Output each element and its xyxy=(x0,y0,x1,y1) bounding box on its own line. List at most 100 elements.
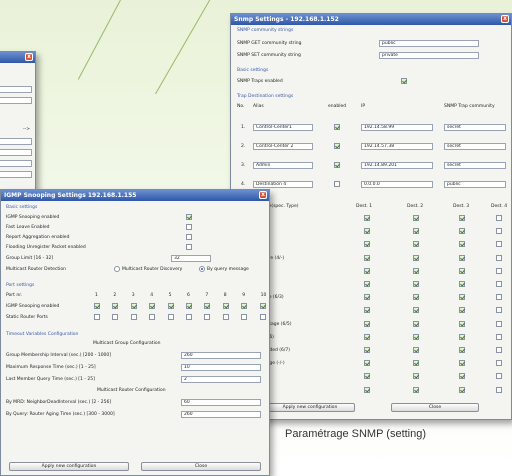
port-snooping-checkbox[interactable] xyxy=(204,303,211,309)
close-icon[interactable]: x xyxy=(501,15,509,23)
trap-dest-3-checkbox[interactable] xyxy=(459,373,465,380)
trap-dest-2-checkbox[interactable] xyxy=(413,333,419,340)
trap-dest-3-checkbox[interactable] xyxy=(459,386,465,393)
trap-dest-4-checkbox[interactable] xyxy=(496,320,502,327)
trap-dest-4-checkbox[interactable] xyxy=(496,386,502,393)
trap-dest-2-checkbox[interactable] xyxy=(413,228,419,235)
fastleave-checkbox[interactable] xyxy=(186,224,192,230)
destination-enabled-checkbox[interactable] xyxy=(334,124,340,130)
trap-dest-4-checkbox[interactable] xyxy=(496,294,502,301)
static-router-checkbox[interactable] xyxy=(112,314,119,320)
close-icon[interactable]: x xyxy=(25,53,33,61)
traps-enabled-checkbox[interactable] xyxy=(401,78,407,84)
trap-dest-2-checkbox[interactable] xyxy=(413,307,419,314)
trap-dest-1-checkbox[interactable] xyxy=(364,347,370,353)
static-router-checkbox[interactable] xyxy=(259,314,266,320)
trap-dest-4-checkbox[interactable] xyxy=(496,254,502,261)
trap-dest-2-checkbox[interactable] xyxy=(413,386,419,393)
static-router-checkbox[interactable] xyxy=(186,314,192,320)
port-snooping-checkbox[interactable] xyxy=(130,303,137,309)
trap-dest-1-checkbox[interactable] xyxy=(364,320,370,327)
destination-community-input[interactable]: secret xyxy=(444,143,506,150)
trap-dest-2-checkbox[interactable] xyxy=(413,215,419,221)
left-window-field[interactable] xyxy=(0,160,32,167)
destination-ip-input[interactable]: 192.14.58.99 xyxy=(361,124,433,131)
trap-dest-3-checkbox[interactable] xyxy=(459,294,465,301)
trap-dest-1-checkbox[interactable] xyxy=(364,281,370,287)
trap-dest-4-checkbox[interactable] xyxy=(496,360,502,367)
trap-dest-3-checkbox[interactable] xyxy=(459,320,465,327)
detection-option-query[interactable] xyxy=(199,266,205,272)
trap-dest-1-checkbox[interactable] xyxy=(364,267,370,274)
destination-alias-input[interactable]: Control-Center 2 xyxy=(253,143,313,150)
trap-dest-1-checkbox[interactable] xyxy=(364,333,370,340)
static-router-checkbox[interactable] xyxy=(167,314,174,320)
static-router-checkbox[interactable] xyxy=(149,314,156,320)
trap-dest-3-checkbox[interactable] xyxy=(459,215,465,221)
trap-dest-3-checkbox[interactable] xyxy=(459,281,465,287)
trap-dest-3-checkbox[interactable] xyxy=(459,254,465,261)
trap-dest-3-checkbox[interactable] xyxy=(459,307,465,314)
trap-dest-2-checkbox[interactable] xyxy=(413,281,419,287)
detection-option-discovery[interactable] xyxy=(114,266,120,272)
trap-dest-1-checkbox[interactable] xyxy=(364,254,370,261)
trap-dest-2-checkbox[interactable] xyxy=(413,360,419,367)
trap-dest-2-checkbox[interactable] xyxy=(413,294,419,301)
destination-community-input[interactable]: public xyxy=(444,181,506,188)
destination-enabled-checkbox[interactable] xyxy=(334,143,340,149)
port-snooping-checkbox[interactable] xyxy=(167,303,174,309)
lastmember-input[interactable]: 2 xyxy=(181,376,261,383)
snooping-checkbox[interactable] xyxy=(186,214,192,220)
trap-dest-4-checkbox[interactable] xyxy=(496,281,502,287)
static-router-checkbox[interactable] xyxy=(130,314,137,320)
trap-dest-4-checkbox[interactable] xyxy=(496,228,502,235)
static-router-checkbox[interactable] xyxy=(94,314,100,320)
trap-dest-4-checkbox[interactable] xyxy=(496,241,502,248)
destination-community-input[interactable]: secret xyxy=(444,124,506,131)
trap-dest-4-checkbox[interactable] xyxy=(496,267,502,274)
group-limit-input[interactable]: 32 xyxy=(171,255,211,262)
trap-dest-1-checkbox[interactable] xyxy=(364,360,370,367)
left-window-field[interactable] xyxy=(0,171,32,178)
trap-dest-1-checkbox[interactable] xyxy=(364,215,370,221)
trap-dest-2-checkbox[interactable] xyxy=(413,254,419,261)
left-window-field[interactable] xyxy=(0,97,32,104)
left-window-field[interactable] xyxy=(0,149,32,156)
trap-dest-1-checkbox[interactable] xyxy=(364,373,370,380)
close-button[interactable]: Close xyxy=(141,462,261,471)
trap-dest-1-checkbox[interactable] xyxy=(364,241,370,248)
get-community-input[interactable]: public xyxy=(379,40,479,47)
trap-dest-3-checkbox[interactable] xyxy=(459,360,465,367)
port-snooping-checkbox[interactable] xyxy=(222,303,229,309)
trap-dest-4-checkbox[interactable] xyxy=(496,333,502,340)
destination-alias-input[interactable]: Destination 4 xyxy=(253,181,313,188)
static-router-checkbox[interactable] xyxy=(204,314,211,320)
trap-dest-1-checkbox[interactable] xyxy=(364,307,370,314)
destination-ip-input[interactable]: 192.14.57.38 xyxy=(361,143,433,150)
trap-dest-2-checkbox[interactable] xyxy=(413,267,419,274)
close-button[interactable]: Close xyxy=(391,403,479,412)
apply-configuration-button[interactable]: Apply new configuration xyxy=(9,462,129,471)
destination-enabled-checkbox[interactable] xyxy=(334,181,340,187)
trap-dest-1-checkbox[interactable] xyxy=(364,294,370,301)
destination-alias-input[interactable]: Admin xyxy=(253,162,313,169)
membership-input[interactable]: 260 xyxy=(181,352,261,359)
port-snooping-checkbox[interactable] xyxy=(112,303,119,309)
left-window-field[interactable] xyxy=(0,86,32,93)
trap-dest-3-checkbox[interactable] xyxy=(459,241,465,248)
flooding-checkbox[interactable] xyxy=(186,244,192,250)
trap-dest-3-checkbox[interactable] xyxy=(459,267,465,274)
port-snooping-checkbox[interactable] xyxy=(94,303,100,309)
trap-dest-4-checkbox[interactable] xyxy=(496,215,502,221)
trap-dest-1-checkbox[interactable] xyxy=(364,228,370,235)
trap-dest-1-checkbox[interactable] xyxy=(364,386,370,393)
port-snooping-checkbox[interactable] xyxy=(241,303,248,309)
trap-dest-4-checkbox[interactable] xyxy=(496,373,502,380)
static-router-checkbox[interactable] xyxy=(241,314,248,320)
trap-dest-3-checkbox[interactable] xyxy=(459,228,465,235)
port-snooping-checkbox[interactable] xyxy=(259,303,266,309)
trap-dest-3-checkbox[interactable] xyxy=(459,347,465,353)
aggregation-checkbox[interactable] xyxy=(186,234,192,240)
set-community-input[interactable]: private xyxy=(379,52,479,59)
trap-dest-3-checkbox[interactable] xyxy=(459,333,465,340)
